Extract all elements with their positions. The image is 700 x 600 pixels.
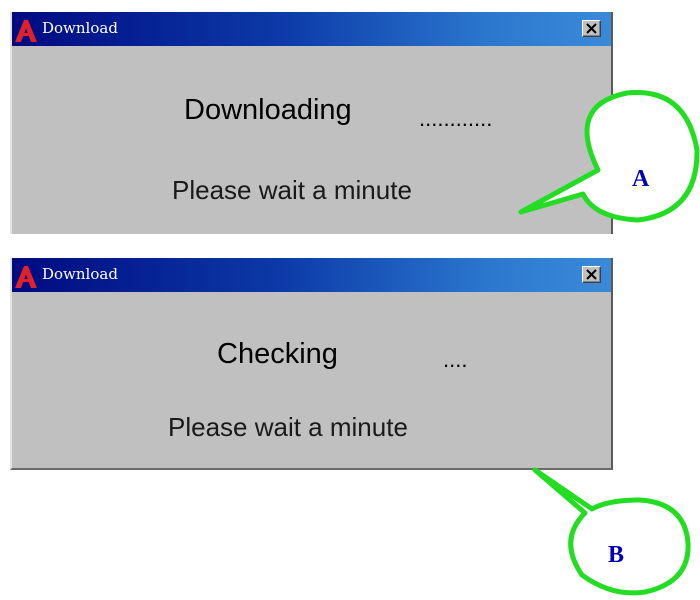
status-text: Checking	[217, 338, 338, 370]
download-dialog-b: Download Checking .... Please wait a min…	[10, 258, 613, 470]
window-title: Download	[42, 19, 118, 37]
title-bar[interactable]: Download	[12, 258, 611, 292]
close-button[interactable]	[582, 20, 601, 37]
window-title: Download	[42, 265, 118, 283]
status-text: Downloading	[184, 94, 352, 126]
download-dialog-a: Download Downloading ............ Please…	[10, 12, 613, 234]
close-icon	[586, 23, 597, 34]
progress-dots: ............	[419, 106, 493, 131]
wait-message: Please wait a minute	[172, 175, 412, 205]
app-logo-icon	[15, 20, 37, 42]
close-icon	[586, 269, 597, 280]
close-button[interactable]	[582, 266, 601, 283]
callout-b-label: B	[608, 542, 625, 568]
callout-a-label: A	[632, 166, 650, 192]
title-bar[interactable]: Download	[12, 12, 611, 46]
callout-b-bubble	[532, 467, 691, 596]
wait-message: Please wait a minute	[168, 412, 408, 442]
progress-dots: ....	[443, 347, 468, 372]
app-logo-icon	[15, 266, 37, 288]
